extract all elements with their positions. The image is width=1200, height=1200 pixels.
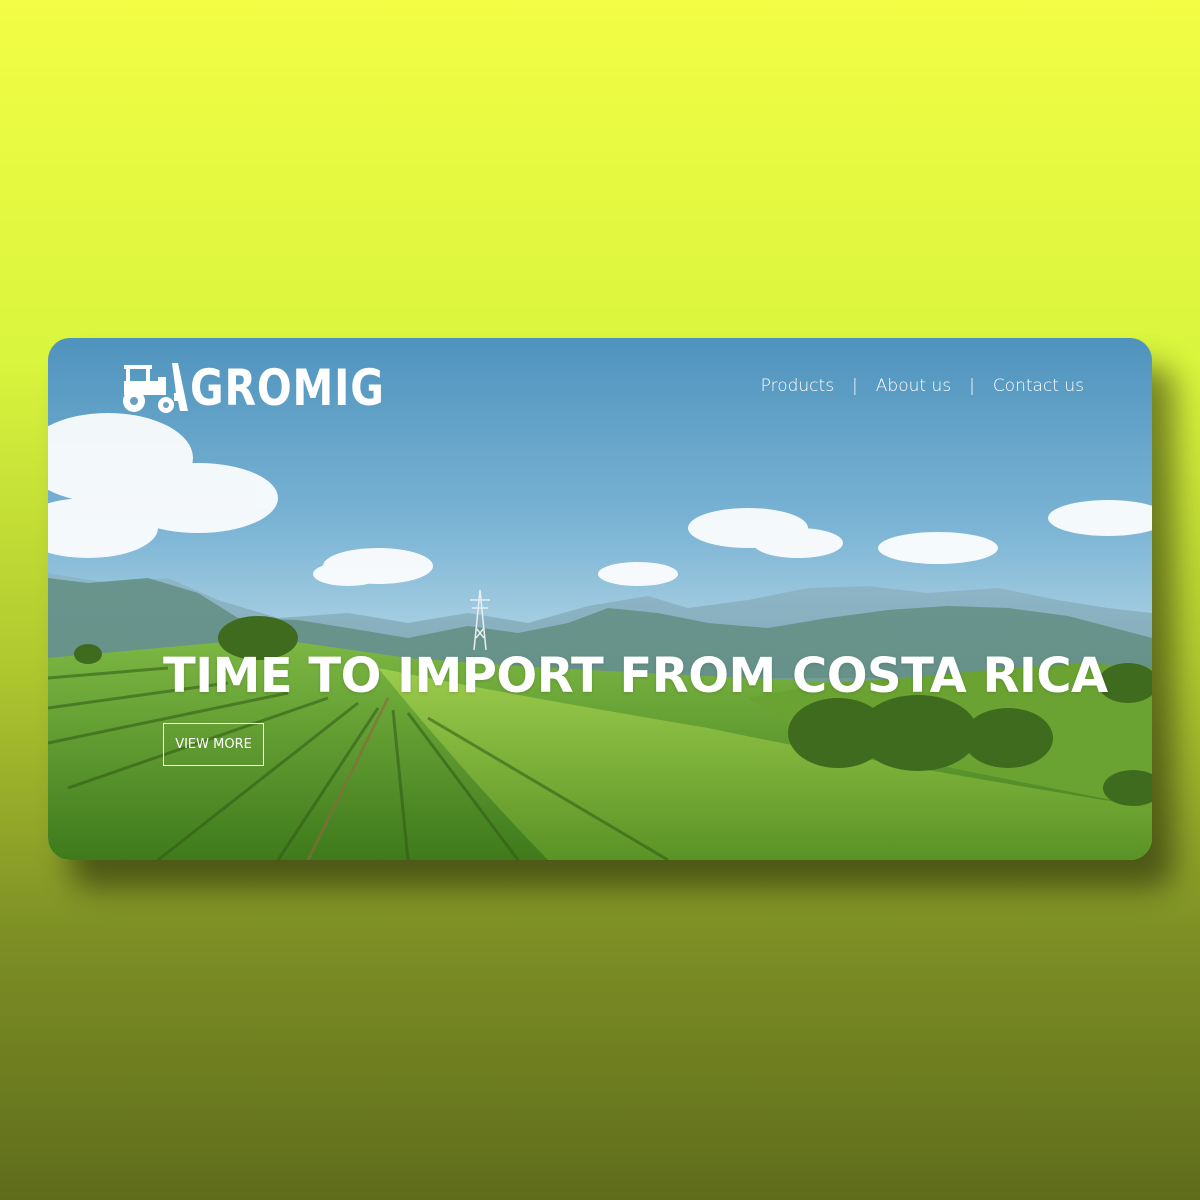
nav-products[interactable]: Products xyxy=(761,376,834,396)
main-nav: Products | About us | Contact us xyxy=(761,376,1084,396)
brand-name: GROMIG xyxy=(190,359,385,417)
nav-separator: | xyxy=(969,376,975,396)
hero-headline: TIME TO IMPORT FROM COSTA RICA xyxy=(163,648,1108,704)
nav-separator: | xyxy=(852,376,858,396)
view-more-button[interactable]: VIEW MORE xyxy=(163,723,264,766)
nav-about-us[interactable]: About us xyxy=(876,376,951,396)
tractor-icon xyxy=(123,363,188,413)
nav-contact-us[interactable]: Contact us xyxy=(993,376,1084,396)
hero-card: GROMIG Products | About us | Contact us … xyxy=(48,338,1152,860)
brand-logo[interactable]: GROMIG xyxy=(122,362,427,414)
